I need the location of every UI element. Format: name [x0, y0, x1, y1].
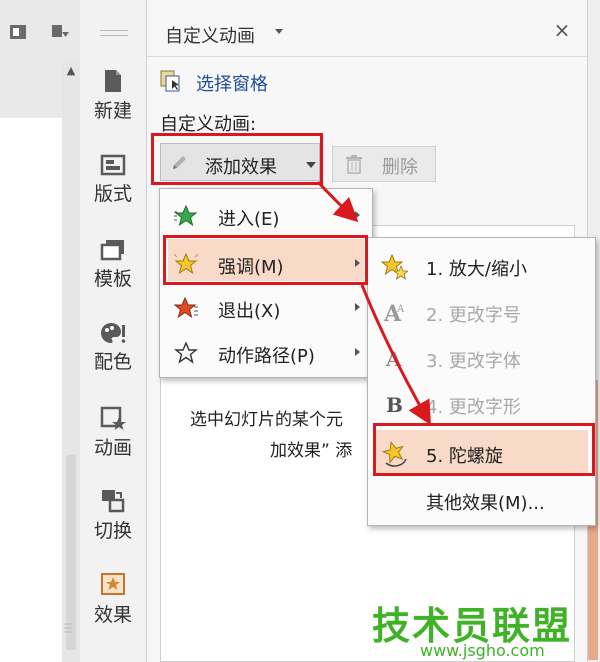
toolbar-item-new[interactable]: 新建 — [80, 60, 146, 142]
submenu-item-label: 1. 放大/缩小 — [426, 259, 527, 280]
submenu-item-label: 2. 更改字号 — [426, 305, 521, 326]
toolbar-label: 动画 — [93, 437, 132, 459]
new-doc-icon — [105, 70, 121, 92]
side-toolbar: 新建 版式 模板 配色 动画 切换 效果 — [80, 0, 147, 662]
layout-icon — [100, 154, 126, 176]
font-style-icon: B — [386, 393, 403, 417]
toolbar-label: 切换 — [93, 520, 132, 542]
font-face-icon: A — [385, 347, 402, 371]
submenu-item-change-font-size: AA 2. 更改字号 — [368, 288, 595, 334]
trash-icon — [345, 154, 363, 174]
red-star-icon — [174, 296, 198, 319]
hint-text: 加效果” 添 — [270, 441, 353, 461]
toolbar-label: 配色 — [93, 351, 132, 373]
menu-item-exit[interactable]: 退出(X) — [160, 286, 372, 328]
toolbar-item-template[interactable]: 模板 — [80, 230, 146, 312]
effect-icon — [101, 573, 125, 595]
pane-divider — [147, 56, 587, 57]
delete-label: 删除 — [382, 157, 418, 178]
toolbar-item-layout[interactable]: 版式 — [80, 145, 146, 227]
submenu-item-grow-shrink[interactable]: 1. 放大/缩小 — [368, 242, 595, 288]
palette-icon — [101, 323, 126, 343]
close-icon[interactable]: × — [550, 18, 574, 42]
toolbar-label: 新建 — [93, 100, 132, 122]
pin-pane-icon[interactable] — [50, 22, 70, 42]
submenu-item-label: 其他效果(M)... — [426, 493, 545, 514]
submenu-item-label: 4. 更改字形 — [426, 397, 521, 418]
submenu-arrow-icon — [355, 211, 360, 219]
svg-text:A: A — [385, 347, 402, 371]
submenu-item-label: 3. 更改字体 — [426, 351, 521, 372]
view-toggle-icon[interactable] — [8, 22, 28, 42]
toolbar-label: 版式 — [93, 183, 132, 205]
submenu-arrow-icon — [355, 348, 360, 356]
menu-item-label: 退出(X) — [218, 301, 281, 322]
animation-icon — [100, 406, 126, 430]
submenu-item-change-font-style: B 4. 更改字形 — [368, 380, 595, 426]
submenu-item-more-effects[interactable]: 其他效果(M)... — [368, 476, 595, 522]
svg-text:A: A — [396, 304, 405, 315]
emphasis-submenu: 1. 放大/缩小 AA 2. 更改字号 A 3. 更改字体 B 4. 更改字形 … — [367, 237, 596, 526]
template-icon — [100, 240, 124, 261]
menu-item-label: 动作路径(P) — [218, 346, 315, 367]
slide-canvas[interactable] — [0, 118, 63, 662]
toolbar-grip[interactable] — [100, 30, 128, 36]
highlight-add-effect — [151, 133, 323, 185]
toolbar-label: 模板 — [93, 268, 132, 290]
toolbar-item-animation[interactable]: 动画 — [80, 397, 146, 479]
resize-grip-icon[interactable] — [62, 610, 74, 650]
select-pane-link[interactable]: 选择窗格 — [196, 70, 268, 96]
watermark-url: www.jsgho.com — [420, 641, 545, 660]
pane-title[interactable]: 自定义动画 — [165, 22, 255, 48]
submenu-arrow-icon — [355, 303, 360, 311]
toolbar-item-effect[interactable]: 效果 — [80, 564, 146, 646]
scroll-up-arrow-icon[interactable]: ▲ — [64, 64, 78, 78]
hint-text: 选中幻灯片的某个元 — [190, 410, 343, 430]
outline-star-icon — [174, 341, 198, 364]
svg-text:B: B — [386, 393, 403, 417]
toolbar-item-transition[interactable]: 切换 — [80, 480, 146, 562]
menu-item-entrance[interactable]: 进入(E) — [160, 194, 372, 236]
chevron-down-icon[interactable] — [275, 29, 283, 34]
toolbar-label: 效果 — [93, 604, 132, 626]
toolbar-item-color[interactable]: 配色 — [80, 313, 146, 395]
menu-item-motion-path[interactable]: 动作路径(P) — [160, 331, 372, 373]
transition-icon — [102, 490, 125, 513]
selection-pane-icon[interactable] — [160, 70, 182, 92]
green-star-icon — [174, 204, 198, 227]
highlight-spin — [373, 423, 595, 476]
highlight-emphasis — [163, 235, 368, 285]
menu-item-label: 进入(E) — [218, 209, 280, 230]
font-size-icon: AA — [383, 301, 405, 326]
submenu-item-change-font: A 3. 更改字体 — [368, 334, 595, 380]
grow-shrink-star-icon — [380, 253, 408, 280]
